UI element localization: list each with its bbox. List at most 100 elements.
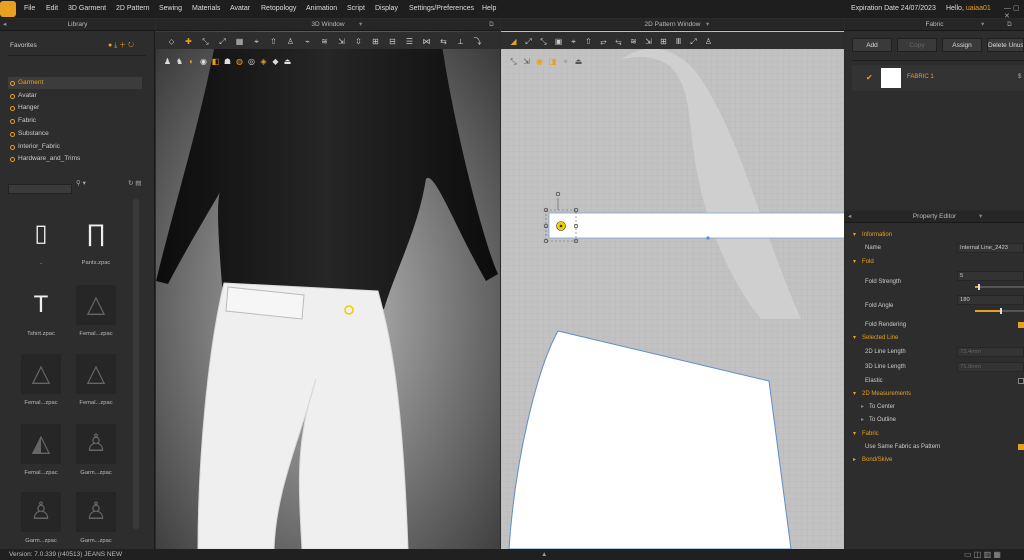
display-3d-icon[interactable]: ◉ <box>199 57 208 66</box>
favorite-item[interactable]: Garment <box>8 77 142 89</box>
tool-3d-icon[interactable]: ⇧ <box>269 37 278 46</box>
tool-3d-icon[interactable]: ≋ <box>320 37 329 46</box>
menu-item[interactable]: Materials <box>192 5 220 12</box>
tool-3d-icon[interactable]: ☰ <box>405 37 414 46</box>
tool-3d-icon[interactable]: ⌁ <box>303 37 312 46</box>
tool-3d-icon[interactable]: ⤵ <box>473 37 482 46</box>
display-3d-icon[interactable]: ◆ <box>271 57 280 66</box>
layout-icons[interactable]: ▭ ◫ ▥ ▦ <box>964 549 1001 560</box>
library-scrollbar[interactable] <box>133 199 139 529</box>
window-2d-menu-icon[interactable]: ▾ <box>706 19 709 31</box>
section-selected-line[interactable]: ▾ Selected Line <box>845 332 1024 344</box>
tool-3d-icon[interactable]: ⋈ <box>422 37 431 46</box>
tool-2d-icon[interactable]: ⌖ <box>569 37 578 46</box>
fabric-list-item[interactable]: ✔ FABRIC 1 $ <box>852 65 1024 91</box>
menu-item[interactable]: Animation <box>306 5 337 12</box>
display-3d-icon[interactable]: ♞ <box>175 57 184 66</box>
tool-2d-icon[interactable]: ⊞ <box>659 37 668 46</box>
tool-3d-icon[interactable]: ✚ <box>184 37 193 46</box>
tool-3d-icon[interactable]: ▦ <box>235 37 244 46</box>
assign-fabric-button[interactable]: Assign <box>942 38 982 52</box>
slider-handle[interactable] <box>978 284 980 290</box>
username[interactable]: uaiaa01 <box>966 5 991 12</box>
property-menu-icon[interactable]: ▾ <box>979 211 982 223</box>
tool-3d-icon[interactable]: ⇆ <box>439 37 448 46</box>
pattern-canvas[interactable] <box>501 19 844 549</box>
tool-3d-icon[interactable]: ⇲ <box>337 37 346 46</box>
add-fabric-button[interactable]: Add <box>852 38 892 52</box>
delete-unused-button[interactable]: Delete Unus <box>987 38 1024 52</box>
display-3d-icon[interactable]: ♟ <box>163 57 172 66</box>
library-thumbnail[interactable]: △ <box>76 285 116 325</box>
avatar-viewport[interactable] <box>156 19 500 549</box>
search-options-icon[interactable]: ⚲ ▾ <box>76 178 86 190</box>
tool-2d-icon[interactable]: ⥃ <box>614 37 623 46</box>
fabric-float-icon[interactable]: ⧉ <box>1007 19 1012 31</box>
display-2d-icon[interactable]: ⇲ <box>522 57 531 66</box>
favorite-item[interactable]: Hardware_and_Trims <box>8 153 142 165</box>
menu-item[interactable]: Avatar <box>230 5 250 12</box>
display-3d-icon[interactable]: ◎ <box>247 57 256 66</box>
fabric-menu-icon[interactable]: ▾ <box>981 19 984 31</box>
section-fabric[interactable]: ▾ Fabric <box>845 428 1024 440</box>
to-outline-row[interactable]: ▸ To Outline <box>845 414 1024 426</box>
menu-item[interactable]: Retopology <box>261 5 296 12</box>
favorite-item[interactable]: Avatar <box>8 90 142 102</box>
display-2d-icon[interactable]: ▫ <box>561 57 570 66</box>
favorite-item[interactable]: Interior_Fabric <box>8 141 142 153</box>
copy-fabric-button[interactable]: Copy <box>897 38 937 52</box>
tool-2d-icon[interactable]: ⤢ <box>524 37 533 46</box>
view-options-icon[interactable]: ↻ ▤ <box>128 178 141 190</box>
window-3d-menu-icon[interactable]: ▾ <box>359 19 362 31</box>
menu-item[interactable]: Display <box>375 5 398 12</box>
library-search-input[interactable] <box>8 184 72 194</box>
display-2d-icon[interactable]: ◨ <box>548 57 557 66</box>
menu-item[interactable]: Sewing <box>159 5 182 12</box>
display-2d-icon[interactable]: ⏏ <box>574 57 583 66</box>
window-3d[interactable]: 3D Window ▾ ⧉ ⬦ ✚ ⤡ ⤢ ▦ ⌖ ⇧ ♙ ⌁ ≋ ⇲ ⇳ ⊞ ⊟ ☰ ⋈ ⇆ ⟂ ⤵ ♟ ♞ ◐ ◉ ◧ ☗… <box>156 19 500 549</box>
fold-strength-slider[interactable] <box>975 284 1024 290</box>
fold-strength-field[interactable]: 5 <box>957 271 1024 281</box>
section-fold[interactable]: ▾ Fold <box>845 256 1024 268</box>
pattern-point[interactable] <box>706 236 710 240</box>
menu-item[interactable]: 2D Pattern <box>116 5 149 12</box>
fold-angle-field[interactable]: 180 <box>957 295 1024 305</box>
library-thumbnail[interactable]: △ <box>21 354 61 394</box>
fold-rendering-checkbox[interactable] <box>1018 322 1024 328</box>
display-3d-icon[interactable]: ☗ <box>223 57 232 66</box>
window-2d[interactable]: 2D Pattern Window ▾ ◢ ⤢ ⤡ ▣ ⌖ ⇧ ⥂ ⥃ ≋ ⇲ ⊞ Ⅲ ⤢ ♙ ⤡ ⇲ ◉ ◨ ▫… <box>501 19 844 549</box>
tool-2d-icon[interactable]: ▣ <box>554 37 563 46</box>
library-thumbnail[interactable]: ♙ <box>21 492 61 532</box>
library-thumbnail[interactable]: ▯ <box>21 214 61 254</box>
tool-2d-icon[interactable]: ⤡ <box>539 37 548 46</box>
tool-2d-icon[interactable]: ⇲ <box>644 37 653 46</box>
menu-item[interactable]: Settings/Preferences <box>409 5 474 12</box>
selected-waistband-piece[interactable] <box>548 212 844 239</box>
display-2d-icon[interactable]: ◉ <box>535 57 544 66</box>
tool-3d-icon[interactable]: ⇳ <box>354 37 363 46</box>
favorite-item[interactable]: Substance <box>8 128 142 140</box>
window-controls[interactable]: — ▢ ✕ <box>1004 4 1024 20</box>
tool-3d-icon[interactable]: ⌖ <box>252 37 261 46</box>
section-measurements[interactable]: ▾ 2D Measurements <box>845 388 1024 400</box>
display-3d-icon[interactable]: ◈ <box>259 57 268 66</box>
expand-up-icon[interactable]: ▲ <box>541 549 547 560</box>
tool-3d-icon[interactable]: ⊞ <box>371 37 380 46</box>
library-thumbnail[interactable]: ◭ <box>21 424 61 464</box>
pin-icon[interactable]: ◂ <box>3 19 6 31</box>
favorite-item[interactable]: Fabric <box>8 115 142 127</box>
menu-item[interactable]: Edit <box>46 5 58 12</box>
tool-3d-icon[interactable]: ♙ <box>286 37 295 46</box>
display-3d-icon[interactable]: ◐ <box>187 57 196 66</box>
window-3d-float-icon[interactable]: ⧉ <box>489 19 494 31</box>
name-field[interactable]: Internal Line_2423 <box>957 243 1024 253</box>
library-toolbar-icons[interactable]: ● ⤓ ＋ ↻ <box>108 40 134 52</box>
tool-2d-icon[interactable]: ⤢ <box>689 37 698 46</box>
library-thumbnail[interactable]: T <box>21 285 61 325</box>
fold-angle-slider[interactable] <box>975 308 1024 314</box>
tool-2d-icon[interactable]: ≋ <box>629 37 638 46</box>
to-center-row[interactable]: ▸ To Center <box>845 401 1024 413</box>
tool-3d-icon[interactable]: ⬦ <box>167 37 176 46</box>
tool-2d-icon[interactable]: ⇧ <box>584 37 593 46</box>
tool-3d-icon[interactable]: ⤢ <box>218 37 227 46</box>
